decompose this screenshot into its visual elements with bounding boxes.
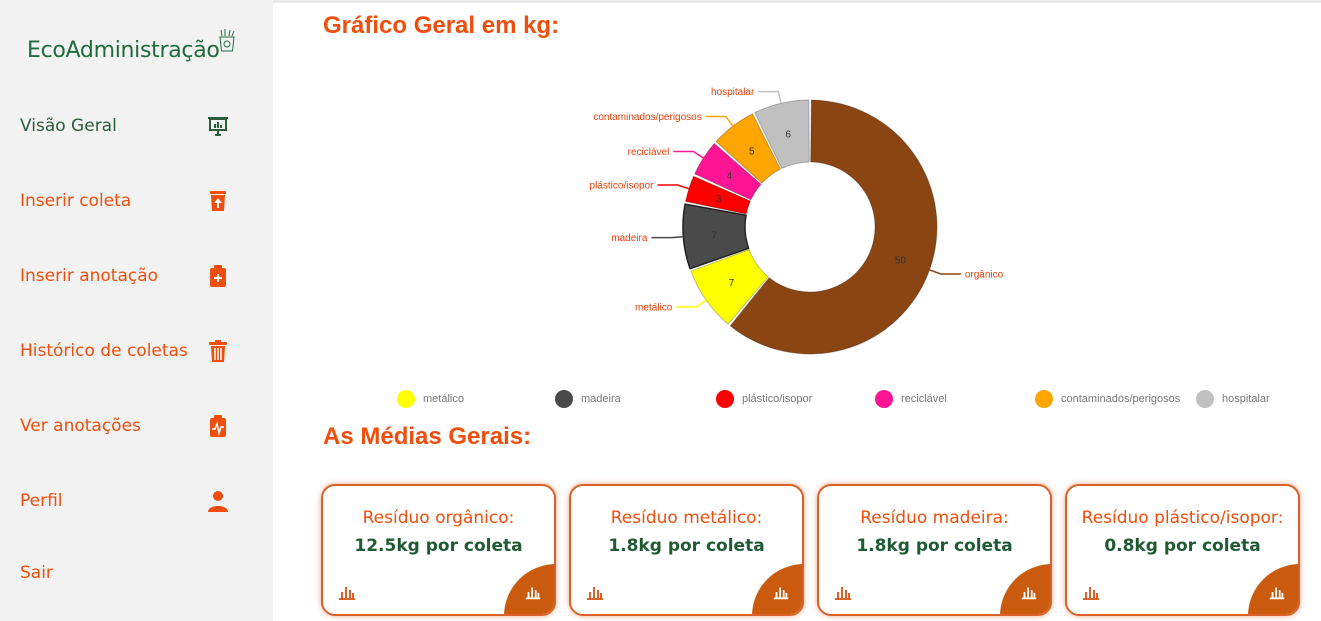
card-value: 12.5kg por coleta bbox=[354, 536, 523, 556]
legend-label: metálico bbox=[423, 393, 464, 405]
bar-chart-icon bbox=[835, 587, 851, 600]
main-content: Gráfico Geral em kg: 50 orgânico 7 metálico… bbox=[273, 0, 1321, 621]
slice-value-label: 6 bbox=[785, 130, 791, 141]
clipboard-plus-icon bbox=[210, 265, 226, 287]
legend-item[interactable]: hospitalar bbox=[1196, 390, 1270, 408]
slice-leader-line bbox=[673, 150, 704, 159]
nav-inserir-anotacao[interactable]: Inserir anotação bbox=[20, 261, 240, 291]
nav-label: Inserir coleta bbox=[20, 191, 132, 211]
bar-chart-icon bbox=[525, 587, 541, 600]
nav-label: Perfil bbox=[20, 491, 63, 511]
average-card-metalico: Resíduo metálico: 1.8kg por coleta bbox=[569, 484, 804, 616]
slice-leader-line bbox=[676, 299, 707, 308]
chart-heading: Gráfico Geral em kg: bbox=[323, 12, 560, 39]
nav-label: Inserir anotação bbox=[20, 266, 159, 286]
legend-swatch bbox=[1196, 390, 1214, 408]
averages-heading: As Médias Gerais: bbox=[323, 423, 532, 450]
bar-chart-icon bbox=[1083, 587, 1099, 600]
legend-item[interactable]: reciclável bbox=[875, 390, 947, 408]
slice-value-label: 3 bbox=[716, 194, 722, 205]
legend-item[interactable]: contaminados/perigosos bbox=[1035, 390, 1180, 408]
slice-value-label: 4 bbox=[727, 171, 733, 182]
clipboard-pulse-icon bbox=[210, 415, 226, 437]
card-title: Resíduo orgânico: bbox=[362, 508, 515, 528]
slice-category-label: contaminados/perigosos bbox=[593, 112, 701, 123]
bar-chart-icon bbox=[773, 587, 789, 600]
legend-label: hospitalar bbox=[1222, 393, 1270, 405]
trash-upload-icon bbox=[210, 191, 226, 211]
legend-swatch bbox=[555, 390, 573, 408]
nav-inserir-coleta[interactable]: Inserir coleta bbox=[20, 186, 240, 216]
nav-label: Visão Geral bbox=[20, 116, 117, 136]
slice-leader-line bbox=[651, 235, 684, 239]
nav-label: Ver anotações bbox=[20, 416, 141, 436]
slice-category-label: metálico bbox=[635, 302, 673, 313]
slice-value-label: 50 bbox=[895, 255, 907, 266]
card-corner bbox=[504, 564, 554, 614]
slice-value-label: 5 bbox=[749, 147, 755, 158]
nav-perfil[interactable]: Perfil bbox=[20, 486, 240, 516]
average-card-madeira: Resíduo madeira: 1.8kg por coleta bbox=[817, 484, 1052, 616]
slice-category-label: orgânico bbox=[965, 269, 1004, 280]
card-value: 0.8kg por coleta bbox=[1104, 536, 1261, 556]
slice-value-label: 7 bbox=[729, 278, 735, 289]
bar-chart-icon bbox=[339, 587, 355, 600]
donut-chart: 50 orgânico 7 metálico 7 madeira 3 plástico/iso… bbox=[590, 87, 1004, 355]
recycle-bin-icon bbox=[217, 28, 237, 57]
slice-leader-line bbox=[705, 115, 734, 127]
legend-swatch bbox=[716, 390, 734, 408]
average-card-organico: Resíduo orgânico: 12.5kg por coleta bbox=[321, 484, 556, 616]
average-card-plastico: Resíduo plástico/isopor: 0.8kg por colet… bbox=[1065, 484, 1300, 616]
bar-chart-icon bbox=[587, 587, 603, 600]
nav-label: Histórico de coletas bbox=[20, 341, 188, 361]
slice-leader-line bbox=[929, 269, 961, 275]
legend-label: madeira bbox=[581, 393, 621, 405]
app-brand: EcoAdministração bbox=[27, 38, 220, 63]
slice-value-label: 7 bbox=[712, 230, 718, 241]
nav-visao-geral[interactable]: Visão Geral bbox=[20, 111, 240, 141]
legend-item[interactable]: madeira bbox=[555, 390, 621, 408]
legend-item[interactable]: metálico bbox=[397, 390, 464, 408]
legend-item[interactable]: plástico/isopor bbox=[716, 390, 812, 408]
nav-sair[interactable]: Sair bbox=[20, 558, 240, 588]
card-title: Resíduo madeira: bbox=[860, 508, 1009, 528]
card-title: Resíduo plástico/isopor: bbox=[1081, 508, 1284, 528]
trash-icon bbox=[209, 340, 227, 362]
nav-historico-coletas[interactable]: Histórico de coletas bbox=[20, 336, 240, 366]
presentation-chart-icon bbox=[208, 117, 228, 136]
slice-category-label: reciclável bbox=[628, 147, 670, 158]
legend-label: reciclável bbox=[901, 393, 947, 405]
card-title: Resíduo metálico: bbox=[610, 508, 763, 528]
legend-label: contaminados/perigosos bbox=[1061, 393, 1181, 405]
legend-label: plástico/isopor bbox=[742, 393, 813, 405]
card-corner bbox=[752, 564, 802, 614]
slice-category-label: madeira bbox=[611, 233, 648, 244]
legend-swatch bbox=[1035, 390, 1053, 408]
nav-label: Sair bbox=[20, 563, 53, 583]
slice-category-label: hospitalar bbox=[711, 87, 755, 98]
user-icon bbox=[208, 491, 228, 512]
slice-category-label: plástico/isopor bbox=[590, 181, 655, 192]
bar-chart-icon bbox=[1269, 587, 1285, 600]
nav-ver-anotacoes[interactable]: Ver anotações bbox=[20, 411, 240, 441]
card-value: 1.8kg por coleta bbox=[608, 536, 765, 556]
legend-swatch bbox=[875, 390, 893, 408]
sidebar: EcoAdministração Visão Geral Inserir col… bbox=[0, 0, 273, 621]
card-corner bbox=[1248, 564, 1298, 614]
card-corner bbox=[1000, 564, 1050, 614]
bar-chart-icon bbox=[1021, 587, 1037, 600]
legend-swatch bbox=[397, 390, 415, 408]
card-value: 1.8kg por coleta bbox=[856, 536, 1013, 556]
slice-leader-line bbox=[758, 90, 782, 104]
slice-leader-line bbox=[657, 184, 690, 190]
